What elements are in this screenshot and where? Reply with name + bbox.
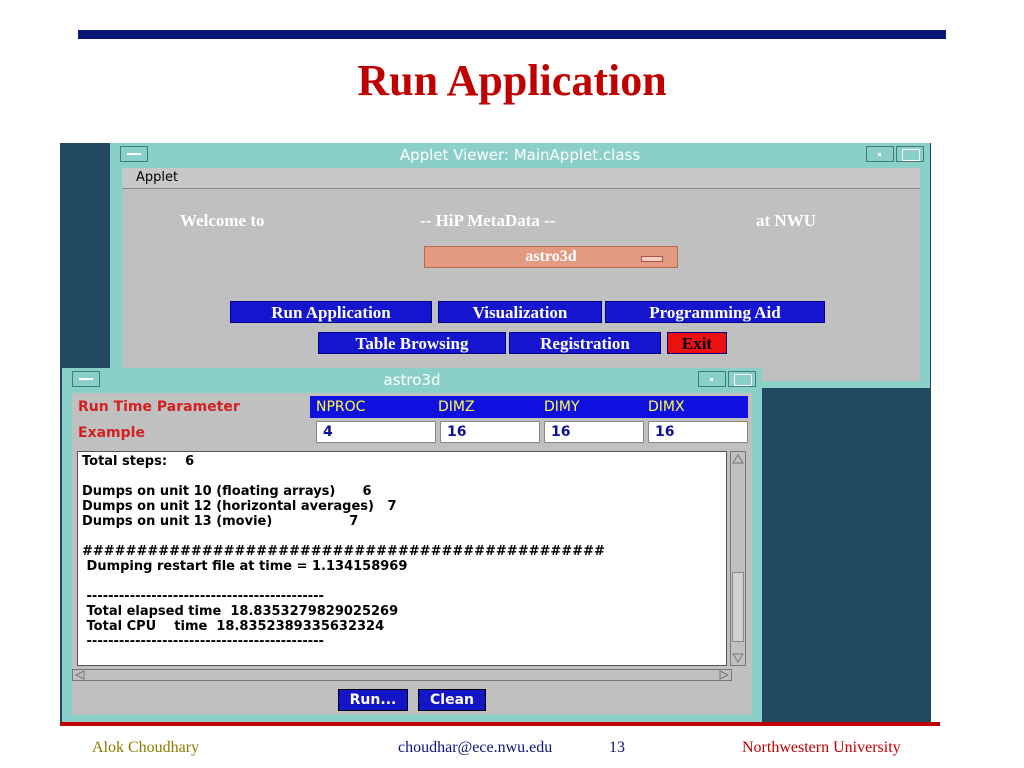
minimize-icon[interactable]	[866, 146, 894, 162]
scroll-right-icon[interactable]	[718, 670, 730, 680]
scroll-left-icon[interactable]	[74, 670, 86, 680]
horizontal-scrollbar[interactable]	[72, 669, 732, 681]
astro3d-window: astro3d Run Time Parameter NPROC DIMZ DI…	[62, 368, 762, 723]
registration-button[interactable]: Registration	[509, 332, 661, 354]
astro3d-window-title: astro3d	[383, 371, 441, 389]
dimy-input[interactable]: 16	[544, 421, 644, 443]
footer-author: Alok Choudhary	[92, 739, 200, 756]
menu-bar: Applet	[122, 168, 920, 189]
selected-application: astro3d	[525, 248, 577, 265]
header-dimy: DIMY	[544, 399, 580, 415]
parameter-header-bar: NPROC DIMZ DIMY DIMX	[310, 396, 748, 418]
dimx-input[interactable]: 16	[648, 421, 748, 443]
location-text: at NWU	[756, 211, 816, 230]
footer-email: choudhar@ece.nwu.edu	[398, 739, 553, 756]
astro3d-content: Run Time Parameter NPROC DIMZ DIMY DIMX …	[72, 393, 752, 715]
applet-titlebar[interactable]: Applet Viewer: MainApplet.class	[110, 143, 930, 165]
scroll-down-icon[interactable]	[732, 652, 744, 664]
programming-aid-button[interactable]: Programming Aid	[605, 301, 825, 323]
header-dimz: DIMZ	[438, 399, 475, 415]
astro3d-titlebar[interactable]: astro3d	[62, 368, 762, 390]
app-name-text: -- HiP MetaData --	[420, 211, 556, 230]
run-time-parameter-label: Run Time Parameter	[78, 399, 240, 415]
example-label: Example	[78, 425, 145, 441]
dimz-input[interactable]: 16	[440, 421, 540, 443]
maximize-icon[interactable]	[896, 146, 924, 162]
output-textarea[interactable]: Total steps: 6 Dumps on unit 10 (floatin…	[77, 451, 727, 666]
run-application-button[interactable]: Run Application	[230, 301, 432, 323]
clean-button[interactable]: Clean	[418, 689, 486, 711]
page-number: 13	[609, 739, 625, 756]
header-nproc: NPROC	[316, 399, 366, 415]
application-select[interactable]: astro3d	[424, 246, 678, 268]
slide-title: Run Application	[357, 56, 667, 105]
scrollbar-thumb[interactable]	[732, 572, 744, 642]
applet-window-title: Applet Viewer: MainApplet.class	[399, 146, 641, 164]
visualization-button[interactable]: Visualization	[438, 301, 602, 323]
output-text: Total steps: 6 Dumps on unit 10 (floatin…	[82, 454, 605, 649]
bottom-rule	[60, 722, 940, 726]
menu-applet[interactable]: Applet	[136, 170, 178, 185]
applet-viewer-window: Applet Viewer: MainApplet.class Applet W…	[110, 143, 930, 388]
dropdown-indicator-icon	[641, 256, 663, 262]
welcome-text: Welcome to	[180, 211, 265, 230]
top-rule	[78, 30, 946, 39]
run-button[interactable]: Run...	[338, 689, 408, 711]
vertical-scrollbar[interactable]	[730, 451, 746, 666]
exit-button[interactable]: Exit	[667, 332, 727, 354]
scroll-up-icon[interactable]	[732, 453, 744, 465]
header-dimx: DIMX	[648, 399, 685, 415]
applet-content: Welcome to -- HiP MetaData -- at NWU ast…	[122, 189, 920, 381]
footer-institution: Northwestern University	[742, 739, 901, 756]
maximize-icon[interactable]	[728, 371, 756, 387]
table-browsing-button[interactable]: Table Browsing	[318, 332, 506, 354]
minimize-icon[interactable]	[698, 371, 726, 387]
nproc-input[interactable]: 4	[316, 421, 436, 443]
